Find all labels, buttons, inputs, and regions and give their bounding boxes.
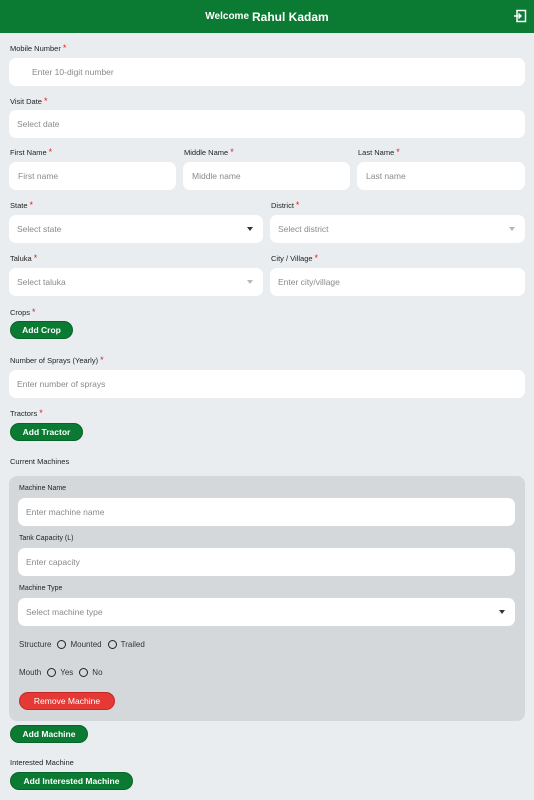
sprays-placeholder: Enter number of sprays (17, 379, 106, 389)
mobile-input[interactable]: Enter 10-digit number (9, 58, 525, 86)
chevron-down-icon (499, 610, 505, 614)
add-machine-button[interactable]: Add Machine (10, 725, 88, 743)
tractors-label: Tractors * (10, 408, 43, 418)
first-name-placeholder: First name (18, 171, 59, 181)
state-label: State * (10, 200, 34, 210)
machine-name-input[interactable]: Enter machine name (18, 498, 515, 526)
current-machines-label: Current Machines (10, 457, 70, 466)
visit-date-input[interactable]: Select date (9, 110, 525, 138)
mobile-placeholder: Enter 10-digit number (32, 67, 114, 77)
machine-type-placeholder: Select machine type (26, 607, 103, 617)
tank-capacity-placeholder: Enter capacity (26, 557, 80, 567)
interested-machine-label: Interested Machine (10, 758, 74, 767)
last-name-input[interactable]: Last name (357, 162, 525, 190)
middle-name-input[interactable]: Middle name (183, 162, 350, 190)
visit-date-placeholder: Select date (17, 119, 60, 129)
add-interested-machine-button[interactable]: Add Interested Machine (10, 772, 133, 790)
middle-name-label: Middle Name * (184, 147, 234, 157)
state-select[interactable]: Select state (9, 215, 263, 243)
city-input[interactable]: Enter city/village (270, 268, 525, 296)
structure-label: Structure (19, 640, 52, 649)
city-label: City / Village * (271, 253, 319, 263)
logout-icon[interactable] (513, 9, 527, 23)
machine-name-placeholder: Enter machine name (26, 507, 105, 517)
mounted-option-label: Mounted (70, 640, 102, 649)
welcome-text: Welcome (205, 11, 250, 22)
trailed-radio[interactable] (107, 640, 117, 649)
city-placeholder: Enter city/village (278, 277, 340, 287)
sprays-input[interactable]: Enter number of sprays (9, 370, 525, 398)
structure-radio-group: Structure Mounted Trailed (19, 640, 145, 649)
yes-option-label: Yes (60, 668, 74, 677)
chevron-down-icon (509, 227, 515, 231)
no-radio[interactable] (79, 668, 89, 677)
first-name-label: First Name * (10, 147, 53, 157)
machine-type-label: Machine Type (19, 585, 63, 592)
crops-label: Crops * (10, 307, 36, 317)
tank-capacity-input[interactable]: Enter capacity (18, 548, 515, 576)
taluka-placeholder: Select taluka (17, 277, 66, 287)
mobile-label: Mobile Number * (10, 43, 67, 53)
sprays-label: Number of Sprays (Yearly) * (10, 355, 104, 365)
user-name: Rahul Kadam (252, 9, 329, 24)
app-header: Welcome Rahul Kadam (0, 0, 534, 33)
mouth-label: Mouth (19, 668, 42, 677)
machine-type-select[interactable]: Select machine type (18, 598, 515, 626)
first-name-input[interactable]: First name (9, 162, 176, 190)
remove-machine-button[interactable]: Remove Machine (19, 692, 115, 710)
add-crop-button[interactable]: Add Crop (10, 321, 73, 339)
taluka-label: Taluka * (10, 253, 38, 263)
machine-name-label: Machine Name (19, 485, 67, 492)
chevron-down-icon (247, 280, 253, 284)
visit-date-label: Visit Date * (10, 96, 48, 106)
mouth-radio-group: Mouth Yes No (19, 668, 103, 677)
state-placeholder: Select state (17, 224, 62, 234)
add-tractor-button[interactable]: Add Tractor (10, 423, 83, 441)
last-name-label: Last Name * (358, 147, 400, 157)
last-name-placeholder: Last name (366, 171, 406, 181)
middle-name-placeholder: Middle name (192, 171, 241, 181)
chevron-down-icon (247, 227, 253, 231)
yes-radio[interactable] (47, 668, 57, 677)
mounted-radio[interactable] (57, 640, 67, 649)
district-label: District * (271, 200, 300, 210)
district-placeholder: Select district (278, 224, 329, 234)
tank-capacity-label: Tank Capacity (L) (19, 535, 74, 542)
trailed-option-label: Trailed (120, 640, 145, 649)
no-option-label: No (92, 668, 103, 677)
district-select[interactable]: Select district (270, 215, 525, 243)
taluka-select[interactable]: Select taluka (9, 268, 263, 296)
